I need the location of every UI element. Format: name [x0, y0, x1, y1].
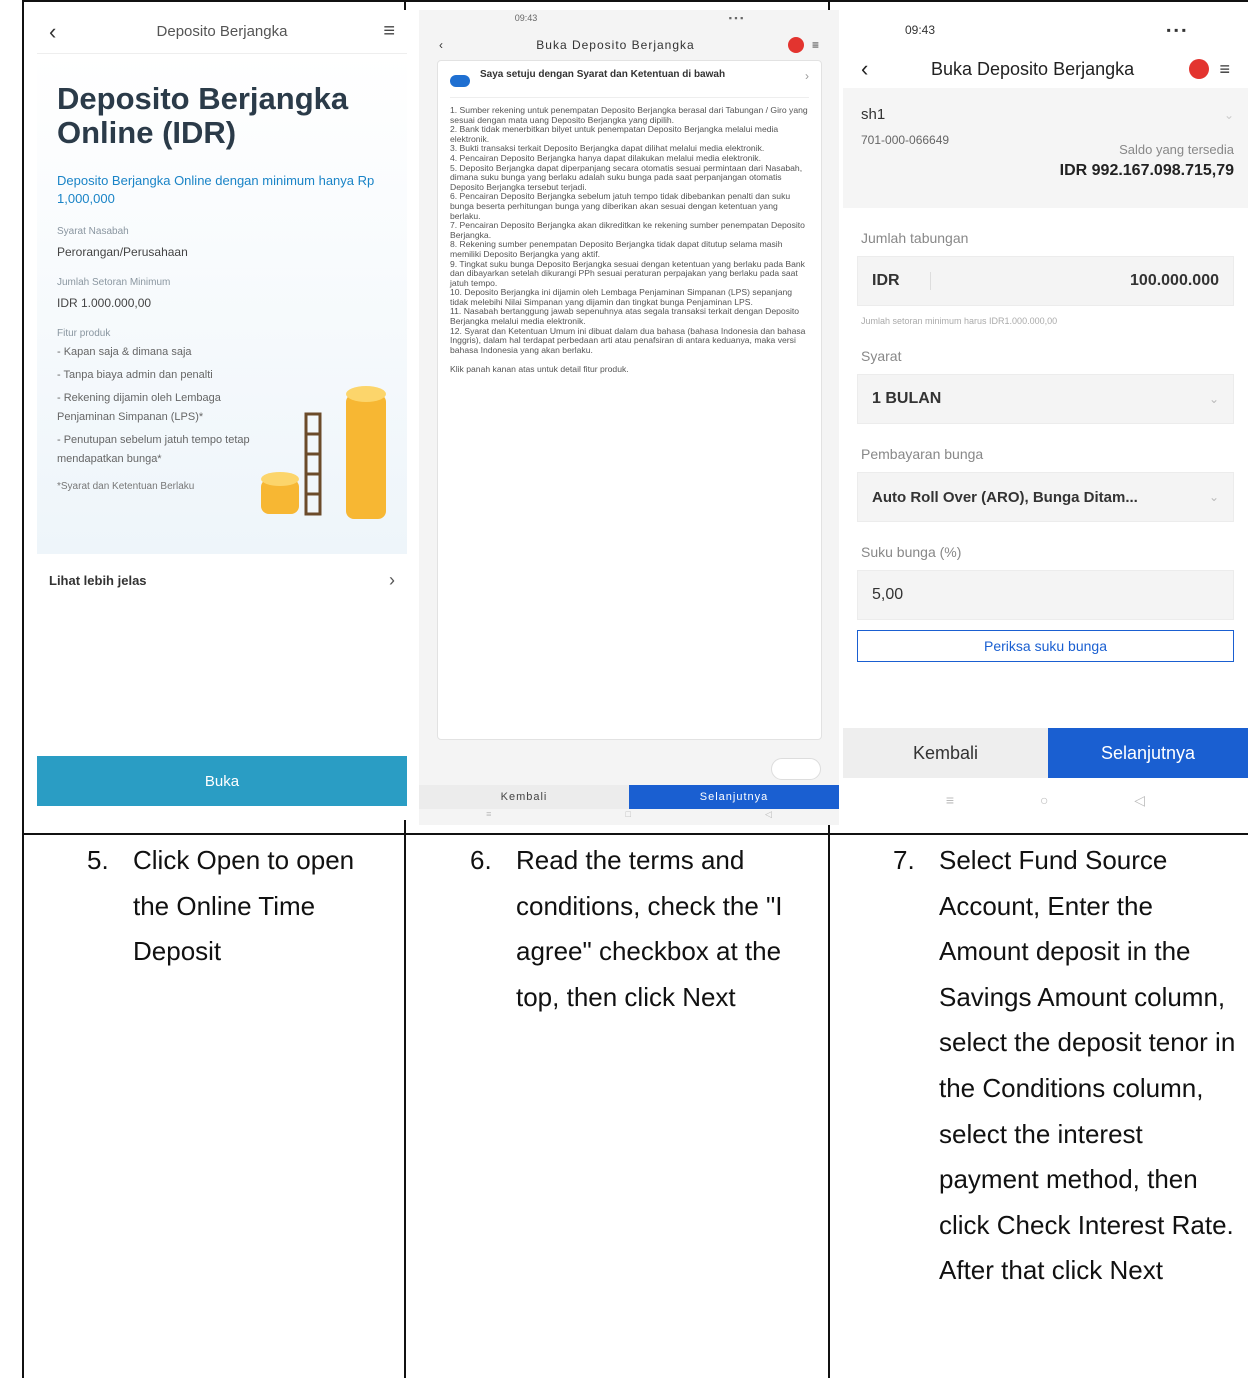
system-nav-bar: ≡ ○ ◁	[843, 785, 1248, 815]
tenor-label: Syarat	[861, 348, 902, 364]
status-bar: 09:43 ▪ ▪ ▪	[843, 10, 1248, 50]
see-more-link[interactable]: Lihat lebih jelas ›	[37, 560, 407, 600]
back-arrow-icon[interactable]: ‹	[49, 19, 79, 45]
step-number: 6.	[470, 845, 492, 875]
nav-back-icon[interactable]: ◁	[1134, 792, 1145, 809]
notification-badge-icon[interactable]	[787, 37, 804, 53]
nav-menu-icon[interactable]: ≡	[946, 792, 954, 808]
step-text: Select Fund Source Account, Enter the Am…	[939, 845, 1236, 1286]
table-border-top	[22, 0, 1248, 2]
amount-label: Jumlah tabungan	[861, 230, 969, 246]
amount-field[interactable]: IDR 100.000.000	[857, 256, 1234, 306]
rate-value: 5,00	[872, 586, 904, 603]
currency-label: IDR	[872, 272, 931, 290]
open-button[interactable]: Buka	[37, 756, 407, 806]
app-header: ‹ Buka Deposito Berjangka ≡	[843, 50, 1248, 88]
interest-payment-label: Pembayaran bunga	[861, 446, 984, 462]
back-button[interactable]: Kembali	[843, 728, 1048, 778]
page-title: Deposito Berjangka	[156, 23, 288, 40]
menu-icon[interactable]: ≡	[365, 20, 395, 43]
status-time: 09:43	[905, 23, 936, 37]
feature-item: - Tanpa biaya admin dan penalti	[57, 369, 213, 381]
terms-card: Saya setuju dengan Syarat dan Ketentuan …	[437, 60, 822, 740]
nav-menu-icon[interactable]: ≡	[486, 809, 491, 825]
rate-label: Suku bunga (%)	[861, 544, 962, 560]
button-row: Kembali Selanjutnya	[419, 785, 839, 809]
step-text: Read the terms and conditions, check the…	[516, 845, 783, 1012]
min-deposit-label: Jumlah Setoran Minimum	[57, 277, 171, 288]
nav-home-icon[interactable]: ○	[1040, 792, 1048, 808]
system-nav-bar: ≡ □ ◁	[419, 809, 839, 825]
rate-field: 5,00	[857, 570, 1234, 620]
next-button[interactable]: Selanjutnya	[629, 785, 839, 809]
see-more-label: Lihat lebih jelas	[49, 572, 147, 588]
interest-payment-value: Auto Roll Over (ARO), Bunga Ditam...	[872, 488, 1138, 506]
status-bar: 09:43 ▪ ▪ ▪	[419, 10, 839, 30]
customer-type: Syarat Nasabah Perorangan/Perusahaan	[57, 226, 387, 259]
terms-text: 1. Sumber rekening untuk penempatan Depo…	[450, 105, 808, 375]
customer-type-label: Syarat Nasabah	[57, 226, 129, 237]
nav-back-icon[interactable]: ◁	[765, 809, 772, 825]
status-time: 09:43	[514, 13, 538, 23]
back-arrow-icon[interactable]: ‹	[861, 56, 901, 82]
min-deposit: Jumlah Setoran Minimum IDR 1.000.000,00	[57, 277, 387, 310]
amount-value: 100.000.000	[1130, 272, 1219, 289]
feature-item: - Kapan saja & dimana saja	[57, 346, 192, 358]
source-account-select[interactable]: sh1 701-000-066649 ⌄ Saldo yang tersedia…	[843, 88, 1248, 208]
nav-home-icon[interactable]: □	[625, 809, 630, 825]
screenshot-terms: 09:43 ▪ ▪ ▪ ‹ Buka Deposito Berjangka ≡ …	[419, 10, 839, 825]
chevron-down-icon: ⌄	[1223, 108, 1234, 122]
feature-item: - Penutupan sebelum jatuh tempo tetap me…	[57, 434, 250, 465]
agree-checkbox[interactable]	[450, 75, 470, 87]
chevron-down-icon: ⌄	[1208, 490, 1219, 504]
menu-icon[interactable]: ≡	[1219, 59, 1230, 80]
min-deposit-value: IDR 1.000.000,00	[57, 296, 152, 310]
feature-item: - Rekening dijamin oleh Lembaga Penjamin…	[57, 392, 221, 423]
page-title: Buka Deposito Berjangka	[931, 58, 1135, 79]
product-subtitle: Deposito Berjangka Online dengan minimum…	[57, 173, 375, 206]
product-hero: Deposito Berjangka Online (IDR) Deposito…	[37, 54, 407, 554]
features-label: Fitur produk	[57, 328, 111, 339]
button-row: Kembali Selanjutnya	[843, 728, 1248, 778]
customer-type-value: Perorangan/Perusahaan	[57, 245, 188, 259]
agree-label: Saya setuju dengan Syarat dan Ketentuan …	[480, 69, 726, 80]
chevron-right-icon[interactable]: ›	[805, 69, 809, 83]
app-header: ‹ Deposito Berjangka ≡	[37, 10, 407, 54]
status-icons: ▪ ▪ ▪	[1166, 23, 1186, 37]
chevron-down-icon: ⌄	[1208, 392, 1219, 406]
page-title: Buka Deposito Berjangka	[536, 38, 695, 52]
check-rate-button[interactable]: Periksa suku bunga	[857, 630, 1234, 662]
account-name: sh1	[861, 106, 886, 123]
floating-toggle[interactable]	[771, 758, 821, 780]
tenor-select[interactable]: 1 BULAN ⌄	[857, 374, 1234, 424]
next-button[interactable]: Selanjutnya	[1048, 728, 1248, 778]
tenor-value: 1 BULAN	[872, 390, 942, 407]
app-header: ‹ Buka Deposito Berjangka ≡	[419, 30, 839, 60]
table-border-row	[22, 833, 1248, 835]
menu-icon[interactable]: ≡	[812, 38, 819, 52]
agree-row[interactable]: Saya setuju dengan Syarat dan Ketentuan …	[450, 69, 809, 98]
table-border-left	[22, 0, 24, 1378]
step-text: Click Open to open the Online Time Depos…	[133, 845, 355, 967]
notification-badge-icon[interactable]	[1189, 59, 1210, 79]
screenshot-deposit-form: 09:43 ▪ ▪ ▪ ‹ Buka Deposito Berjangka ≡ …	[843, 10, 1248, 825]
amount-hint: Jumlah setoran minimum harus IDR1.000.00…	[861, 316, 1058, 326]
product-heading: Deposito Berjangka Online (IDR)	[57, 81, 349, 150]
screenshot-product-detail: ‹ Deposito Berjangka ≡ Deposito Berjangk…	[37, 10, 407, 820]
back-button[interactable]: Kembali	[419, 785, 629, 809]
chevron-right-icon: ›	[389, 569, 395, 590]
step-number: 7.	[893, 845, 915, 875]
balance-value: IDR 992.167.098.715,79	[1059, 162, 1234, 179]
interest-payment-select[interactable]: Auto Roll Over (ARO), Bunga Ditam... ⌄	[857, 472, 1234, 522]
coins-ladder-illustration	[261, 386, 386, 519]
balance-label: Saldo yang tersedia	[1119, 142, 1234, 157]
status-icons: ▪ ▪ ▪	[728, 13, 744, 23]
step-number: 5.	[87, 845, 109, 875]
